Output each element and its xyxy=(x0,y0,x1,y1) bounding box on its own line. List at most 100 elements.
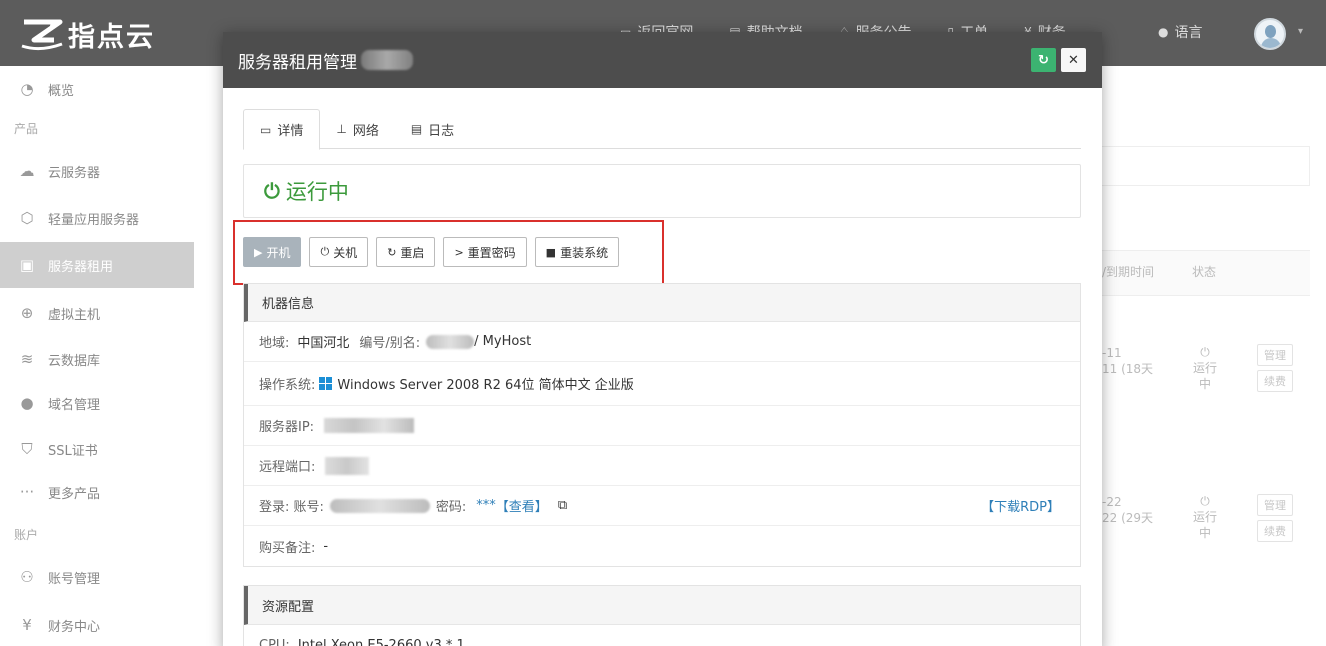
sidebar-item-lightweight-server[interactable]: ⬡ 轻量应用服务器 xyxy=(0,195,194,241)
chevron-down-icon[interactable]: ▾ xyxy=(1298,26,1303,37)
renew-button[interactable]: 续费 xyxy=(1257,520,1293,542)
login-row: 登录: 账号: 密码: *** 【查看】 ⧉ 【下载RDP】 xyxy=(244,486,1080,526)
language-switch[interactable]: ● 语言 xyxy=(1158,22,1202,42)
sidebar-item-label: 虚拟主机 xyxy=(48,307,101,323)
sidebar-item-cloud-database[interactable]: ≋ 云数据库 xyxy=(0,336,194,382)
redacted-ip xyxy=(324,418,415,433)
user-icon: ⚇ xyxy=(20,568,34,586)
cloud-server-icon: ☁ xyxy=(19,162,35,180)
sidebar-item-account[interactable]: ⚇ 账号管理 xyxy=(0,554,194,600)
row-date-remaining: 22 (29天 xyxy=(1102,511,1154,525)
reinstall-system-button[interactable]: ■ 重装系统 xyxy=(534,237,620,267)
redacted-account xyxy=(329,498,430,513)
row-status: ⏻ 运行中 xyxy=(1192,344,1218,392)
cpu-value: Intel Xeon E5-2660 v3 * 1 xyxy=(297,637,465,646)
refresh-icon: ↻ xyxy=(387,245,397,259)
avatar[interactable] xyxy=(1254,18,1286,50)
alias-value: / MyHost xyxy=(474,334,532,349)
resource-title: 资源配置 xyxy=(244,586,1080,625)
close-button[interactable]: ✕ xyxy=(1061,48,1086,72)
button-label: 开机 xyxy=(266,245,291,260)
refresh-button[interactable]: ↻ xyxy=(1031,48,1056,72)
action-buttons: ▶ 开机 ⏻ 关机 ↻ 重启 > 重置密码 ■ 重装系统 xyxy=(243,237,627,267)
button-label: 重启 xyxy=(400,245,425,260)
os-value: Windows Server 2008 R2 64位 简体中文 企业版 xyxy=(337,378,634,393)
windows-icon xyxy=(319,377,333,390)
id-label: 编号/别名: xyxy=(359,336,421,351)
button-label: 重置密码 xyxy=(467,245,516,260)
password-label: 密码: xyxy=(435,500,467,515)
row-date-remaining: 11 (18天 xyxy=(1102,362,1154,376)
sidebar-item-server-rental[interactable]: ▣ 服务器租用 xyxy=(0,242,194,288)
log-icon: ▤ xyxy=(410,122,423,136)
status-running: ⏻ 运行中 xyxy=(264,176,349,206)
server-manage-modal: 服务器租用管理 ↻ ✕ ▭ 详情 ⊥ 网络 ▤ 日志 ⏻ 运行中 ▶ 开机 ⏻ 关机 xyxy=(223,32,1102,646)
sidebar-item-virtual-host[interactable]: ⊕ 虚拟主机 xyxy=(0,290,194,336)
sidebar-item-domain[interactable]: ● 域名管理 xyxy=(0,380,194,426)
sidebar-item-label: 更多产品 xyxy=(48,486,101,502)
modal-header: 服务器租用管理 ↻ ✕ xyxy=(223,32,1102,88)
terminal-icon: > xyxy=(454,245,464,259)
server-icon: ▣ xyxy=(19,256,35,274)
modal-tabs: ▭ 详情 ⊥ 网络 ▤ 日志 xyxy=(243,109,1081,150)
region-row: 地域: 中国河北 编号/别名: / MyHost xyxy=(244,322,1080,362)
logo[interactable]: 指点云 xyxy=(20,14,155,54)
machine-info-panel: 机器信息 地域: 中国河北 编号/别名: / MyHost 操作系统: Wind… xyxy=(243,283,1081,567)
region-value: 中国河北 xyxy=(297,336,350,351)
sidebar-item-label: 云数据库 xyxy=(48,353,101,369)
status-text: 运行中 xyxy=(285,180,349,204)
more-icon: ··· xyxy=(19,483,35,501)
tab-network[interactable]: ⊥ 网络 xyxy=(320,109,394,149)
sidebar-section-products: 产品 xyxy=(14,122,39,136)
tab-logs[interactable]: ▤ 日志 xyxy=(395,109,470,149)
row-date: -11 xyxy=(1102,346,1122,360)
copy-icon[interactable]: ⧉ xyxy=(558,498,567,513)
row-date: -22 xyxy=(1102,495,1122,509)
button-label: 关机 xyxy=(333,245,358,260)
globe-icon: ● xyxy=(1158,25,1169,39)
sidebar-item-cloud-server[interactable]: ☁ 云服务器 xyxy=(0,148,194,194)
sidebar-item-ssl[interactable]: ⛉ SSL证书 xyxy=(0,426,194,472)
machine-info-title: 机器信息 xyxy=(244,284,1080,322)
tab-label: 详情 xyxy=(277,124,304,139)
sidebar-item-finance[interactable]: ¥ 财务中心 xyxy=(0,602,194,646)
power-on-button[interactable]: ▶ 开机 xyxy=(243,237,302,267)
tab-details[interactable]: ▭ 详情 xyxy=(243,109,321,150)
manage-button[interactable]: 管理 xyxy=(1257,344,1293,366)
sidebar-item-label: SSL证书 xyxy=(48,443,98,459)
sidebar-item-more[interactable]: ··· 更多产品 xyxy=(0,469,194,515)
button-label: 重装系统 xyxy=(560,245,609,260)
manage-button[interactable]: 管理 xyxy=(1257,494,1293,516)
cpu-label: CPU: xyxy=(259,637,290,646)
dashboard-icon: ◔ xyxy=(20,80,34,98)
reset-password-button[interactable]: > 重置密码 xyxy=(443,237,527,267)
power-icon: ⏻ xyxy=(264,179,280,203)
redacted-server-id xyxy=(361,50,413,70)
note-label: 购买备注: xyxy=(259,540,316,556)
close-icon: ✕ xyxy=(1068,52,1079,68)
renew-button[interactable]: 续费 xyxy=(1257,370,1293,392)
power-icon: ⏻ xyxy=(1200,494,1210,508)
refresh-icon: ↻ xyxy=(1038,52,1049,68)
sidebar-item-label: 概览 xyxy=(48,83,75,99)
layers-icon: ≋ xyxy=(20,350,34,368)
cpu-row: CPU: Intel Xeon E5-2660 v3 * 1 xyxy=(244,625,1080,646)
redacted-port xyxy=(325,456,370,475)
globe-icon: ● xyxy=(20,394,34,412)
resource-panel: 资源配置 CPU: Intel Xeon E5-2660 v3 * 1 xyxy=(243,585,1081,646)
sidebar-item-label: 账号管理 xyxy=(48,571,101,587)
download-rdp-link[interactable]: 【下载RDP】 xyxy=(981,496,1060,515)
port-label: 远程端口: xyxy=(259,460,316,475)
logo-text: 指点云 xyxy=(68,21,155,53)
view-password-link[interactable]: 【查看】 xyxy=(496,496,548,515)
reboot-button[interactable]: ↻ 重启 xyxy=(376,237,436,267)
status-box: ⏻ 运行中 xyxy=(243,164,1081,218)
ip-row: 服务器IP: xyxy=(244,406,1080,446)
sidebar-item-label: 服务器租用 xyxy=(48,259,114,275)
power-icon: ⏻ xyxy=(1200,345,1210,359)
col-status-header: 状态 xyxy=(1192,265,1217,279)
sidebar: ◔ 概览 产品 ☁ 云服务器 ⬡ 轻量应用服务器 ▣ 服务器租用 ⊕ 虚拟主机 … xyxy=(0,66,194,646)
cube-icon: ⬡ xyxy=(20,209,34,227)
power-off-button[interactable]: ⏻ 关机 xyxy=(309,237,369,267)
sidebar-item-overview[interactable]: ◔ 概览 xyxy=(0,66,194,112)
